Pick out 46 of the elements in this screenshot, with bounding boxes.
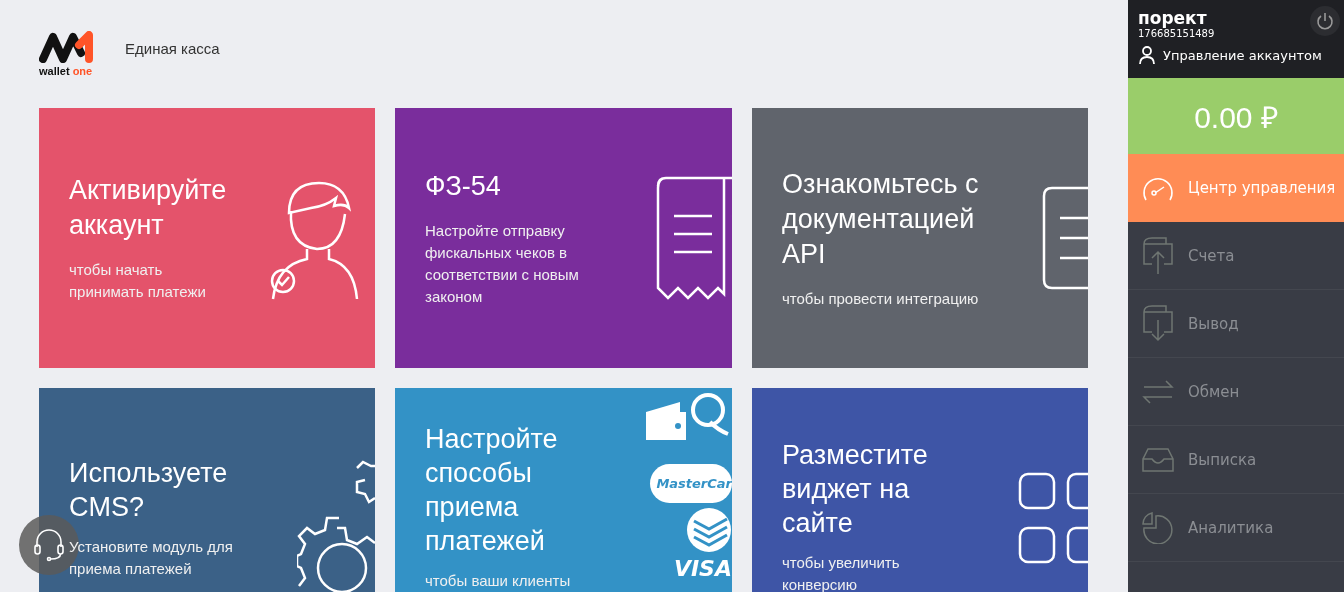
nav-item[interactable]: Счета [1128, 222, 1344, 290]
nav-item[interactable]: Центр управления [1128, 154, 1344, 222]
wallet-icon [1142, 235, 1174, 276]
page-title: Единая касса [125, 39, 220, 57]
power-icon [1316, 12, 1334, 30]
promo-card[interactable]: Используете CMS? Установите модуль для приема платежей [39, 388, 375, 592]
wallet-icon [644, 402, 688, 440]
promo-card[interactable]: Ознакомьтесь с документацией API чтобы провести интеграцию [752, 108, 1088, 368]
card-brand-logo: VISA [673, 557, 732, 581]
widget-grid-icon [1018, 472, 1088, 566]
user-icon [1138, 46, 1156, 64]
headset-icon [32, 527, 66, 563]
promo-card[interactable]: Настройте способы приема платежей чтобы ваши клиенты MasterCar VISA [395, 388, 732, 592]
nav-item[interactable]: Вывод [1128, 290, 1344, 358]
card-title: Настройте способы приема платежей [425, 423, 559, 558]
card-title: Разместите виджет на сайте [782, 439, 929, 540]
nav-item[interactable]: Выписка [1128, 426, 1344, 494]
card-subtitle: Установите модуль для приема платежей [69, 537, 234, 579]
inbox-icon [1142, 446, 1174, 473]
logo-text: wallet one [39, 65, 93, 77]
promo-card[interactable]: ФЗ-54 Настройте отправку фискальных чеков в соответствии с новым законом [395, 108, 732, 368]
account-name: порект [1138, 8, 1208, 28]
card-subtitle: чтобы начать принимать платежи [69, 260, 207, 302]
logo-icon [39, 31, 95, 63]
nav-item[interactable]: Аналитика [1128, 494, 1344, 562]
nav-item[interactable]: Обмен [1128, 358, 1344, 426]
wallet-icon [1142, 303, 1174, 344]
card-title: Ознакомьтесь с документацией API [782, 167, 980, 271]
card-subtitle: чтобы провести интеграцию [782, 288, 980, 309]
card-title: Активируйте аккаунт [69, 174, 228, 242]
card-title: ФЗ-54 [425, 169, 502, 203]
manage-account-link[interactable]: Управление аккаунтом [1138, 46, 1334, 64]
balance-amount: 0.00 ₽ [1128, 78, 1344, 154]
account-id: 176685151489 [1138, 28, 1216, 40]
q-logo-icon [688, 392, 732, 438]
card-title: Используете CMS? [69, 457, 229, 524]
card-subtitle: чтобы ваши клиенты [425, 571, 572, 591]
power-button[interactable] [1310, 6, 1340, 36]
document-icon [1042, 186, 1088, 290]
pie-chart-icon [1142, 511, 1174, 544]
promo-card[interactable]: Активируйте аккаунт чтобы начать принимать платежи [39, 108, 375, 368]
exchange-icon [1142, 378, 1174, 405]
card-brand-logo: MasterCar [650, 464, 732, 503]
card-subtitle: Настройте отправку фискальных чеков в соответствии с новым законом [425, 220, 580, 307]
bank-logo-icon [686, 507, 732, 553]
gear-icon [297, 458, 375, 592]
